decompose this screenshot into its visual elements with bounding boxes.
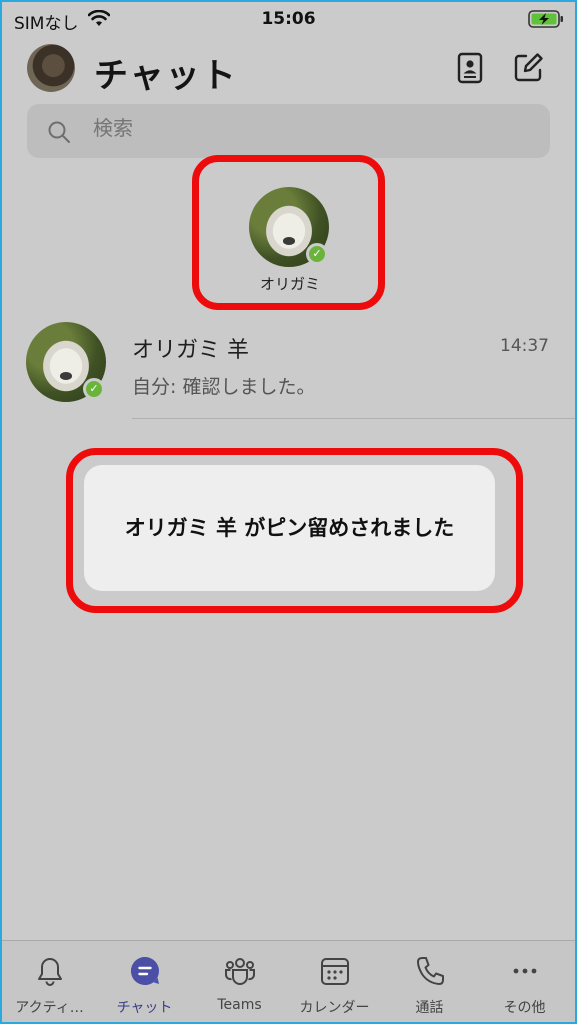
tab-label: 通話 [415,1000,444,1016]
chat-timestamp: 14:37 [500,336,549,356]
tab-more[interactable]: その他 [477,941,572,1022]
tab-label: その他 [503,1000,546,1016]
pinned-toast: オリガミ 羊 がピン留めされました [84,465,495,591]
tab-label: アクティ… [15,1000,84,1016]
pinned-contact-name: オリガミ [259,275,320,293]
pinned-contact[interactable]: ✓ オリガミ [242,185,338,295]
tab-label: カレンダー [299,1000,370,1016]
more-icon [513,968,537,974]
tab-bar: アクティ… チャット Teams カレンダー 通話 その他 [2,940,575,1022]
presence-available-icon: ✓ [306,243,328,265]
divider [132,418,575,419]
toast-message: オリガミ 羊 がピン留めされました [124,516,455,540]
user-avatar[interactable] [27,44,75,92]
status-bar: SIMなし 15:06 [2,2,575,38]
status-time: 15:06 [261,9,316,29]
chat-list-item[interactable]: ✓ オリガミ 羊 14:37 自分: 確認しました。 [2,320,575,420]
calendar-icon [321,958,349,985]
tab-chat[interactable]: チャット [97,941,192,1022]
tab-teams[interactable]: Teams [192,941,287,1022]
search-icon [48,121,70,143]
contacts-icon[interactable] [455,52,485,84]
header: チャット [2,40,575,100]
tab-calls[interactable]: 通話 [382,941,477,1022]
search-bar[interactable] [27,104,550,158]
presence-available-icon: ✓ [83,378,105,400]
tab-label: Teams [217,997,262,1013]
screen: SIMなし 15:06 チャット 検索 ✓ オリガミ ✓ オリガミ 羊 14:3… [2,2,575,1022]
bell-icon [38,958,62,986]
chat-icon [131,957,159,986]
compose-icon[interactable] [512,52,544,84]
tab-label: チャット [116,1000,173,1016]
tab-calendar[interactable]: カレンダー [287,941,382,1022]
teams-icon [225,958,255,985]
search-input[interactable] [93,118,513,141]
battery-charging-icon [528,10,563,28]
page-title: チャット [94,56,238,96]
phone-icon [417,957,444,985]
tab-activity[interactable]: アクティ… [2,941,97,1022]
chat-preview: 自分: 確認しました。 [132,376,316,398]
chat-name: オリガミ 羊 [132,338,249,363]
